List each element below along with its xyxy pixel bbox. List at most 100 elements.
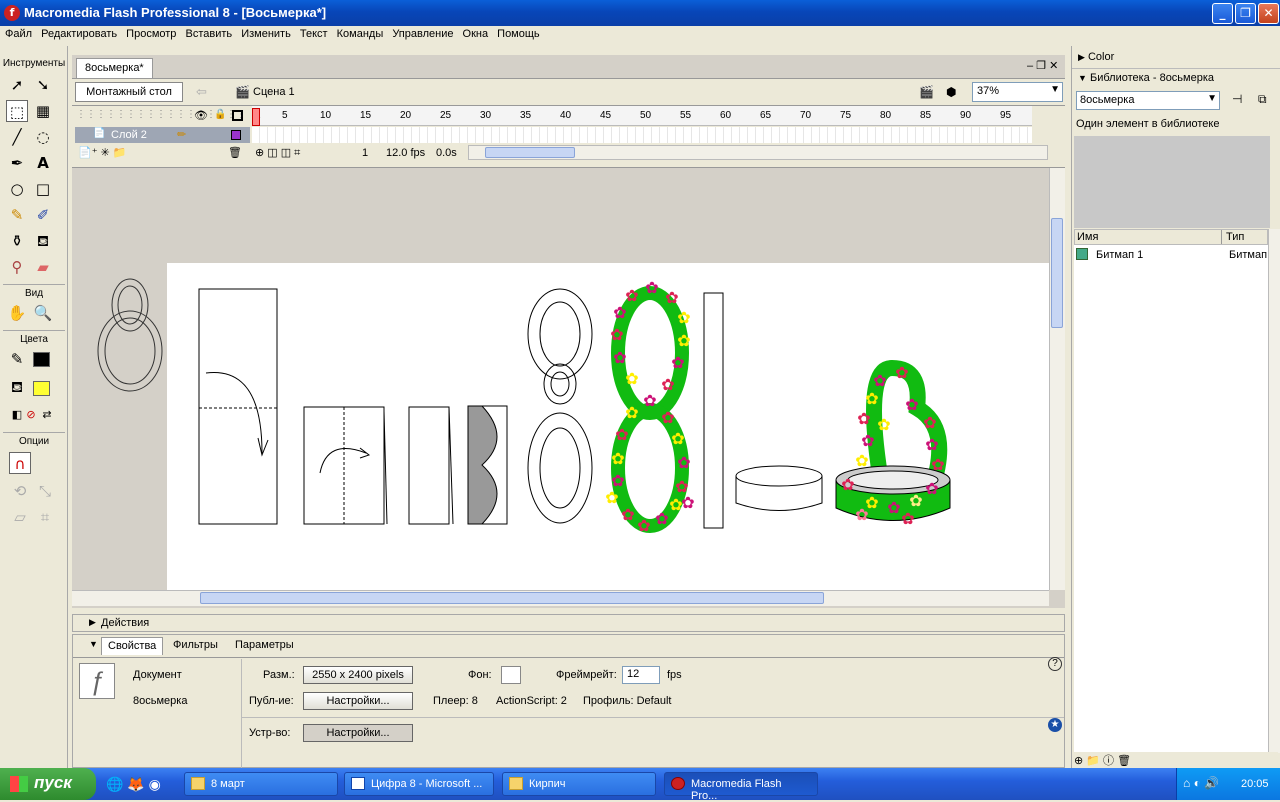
menu-window[interactable]: Окна bbox=[458, 26, 489, 40]
onion-skin-icons[interactable]: ⊕ ◫ ◫ ⌗ bbox=[255, 146, 300, 160]
subselection-tool-icon[interactable]: ➘ bbox=[32, 74, 54, 96]
pen-tool-icon[interactable]: ✒ bbox=[6, 152, 28, 174]
scale-icon[interactable]: ⤡ bbox=[34, 480, 56, 502]
trash-icon[interactable]: 🗑 bbox=[228, 146, 242, 159]
background-color-swatch[interactable] bbox=[501, 666, 521, 684]
edit-scene-icon[interactable]: 🎬 bbox=[919, 85, 934, 99]
library-vscroll[interactable] bbox=[1268, 229, 1280, 753]
fill-color-swatch[interactable] bbox=[33, 381, 50, 396]
outline-icon[interactable] bbox=[232, 110, 243, 121]
swap-colors-icon[interactable]: ⇄ bbox=[36, 404, 58, 426]
zoom-select[interactable]: 37% ▼ bbox=[972, 82, 1063, 102]
distort-icon[interactable]: ▱ bbox=[9, 506, 31, 528]
tray-icons[interactable]: ⌂ ◐ 🔊 bbox=[1183, 776, 1219, 790]
selection-tool-icon[interactable]: ➚ bbox=[6, 74, 28, 96]
color-panel-header[interactable]: ▶ Color bbox=[1072, 48, 1280, 68]
library-panel-header[interactable]: ▼ Библиотека - 8осьмерка bbox=[1072, 68, 1280, 88]
text-tool-icon[interactable]: A bbox=[32, 152, 54, 174]
paint-bucket-tool-icon[interactable]: ⛾ bbox=[32, 230, 54, 252]
add-layer-icons[interactable]: 📄⁺ ✳ 📁 bbox=[78, 146, 127, 159]
new-library-icon[interactable]: ⧉ bbox=[1258, 92, 1267, 107]
gradient-transform-tool-icon[interactable]: ▦ bbox=[32, 100, 54, 122]
playhead[interactable] bbox=[252, 108, 260, 126]
menu-edit[interactable]: Редактировать bbox=[36, 26, 117, 40]
stage-workspace[interactable]: ✿ ✿ ✿ ✿ ✿ ✿ ✿ ✿ ✿ ✿ ✿ ✿ ✿ ✿ ✿ ✿ ✿ ✿ ✿ ✿ ✿ ✿ ✿ ✿ ✿ ✿ bbox=[72, 168, 1049, 590]
tab-parameters[interactable]: Параметры bbox=[229, 637, 300, 655]
free-transform-tool-icon[interactable]: ⬚ bbox=[6, 100, 28, 122]
menu-help[interactable]: Помощь bbox=[492, 26, 540, 40]
stage-vscroll-thumb[interactable] bbox=[1051, 218, 1063, 328]
menu-file[interactable]: Файл bbox=[0, 26, 32, 40]
back-arrow-icon[interactable]: ⇦ bbox=[196, 84, 207, 100]
help-icon[interactable]: ? bbox=[1048, 657, 1062, 671]
collapse-arrow-icon[interactable]: ▼ bbox=[89, 639, 98, 649]
start-button[interactable]: пуск bbox=[0, 768, 96, 800]
framerate-input[interactable]: 12 bbox=[622, 666, 660, 684]
line-tool-icon[interactable]: ╱ bbox=[6, 126, 28, 148]
envelope-icon[interactable]: ⌗ bbox=[34, 506, 56, 528]
task-button[interactable]: Кирпич bbox=[502, 772, 656, 796]
tab-filters[interactable]: Фильтры bbox=[167, 637, 224, 655]
actions-panel-header[interactable]: ▶ Действия bbox=[72, 614, 1065, 632]
bitmap-icon bbox=[1076, 248, 1088, 260]
task-button[interactable]: Цифра 8 - Microsoft ... bbox=[344, 772, 494, 796]
lock-icon[interactable]: 🔒 bbox=[214, 109, 226, 120]
menu-commands[interactable]: Команды bbox=[332, 26, 384, 40]
tab-properties[interactable]: Свойства bbox=[101, 637, 164, 655]
rectangle-tool-icon[interactable]: □ bbox=[32, 178, 54, 200]
svg-text:✿: ✿ bbox=[637, 516, 650, 535]
hand-tool-icon[interactable]: ✋ bbox=[6, 302, 28, 324]
menu-modify[interactable]: Изменить bbox=[236, 26, 291, 40]
stage-hscroll-thumb[interactable] bbox=[200, 592, 824, 604]
stage-hscroll[interactable] bbox=[72, 590, 1049, 606]
pin-library-icon[interactable]: ⊣ bbox=[1232, 92, 1242, 106]
scene-icon: 🎬 bbox=[235, 85, 250, 99]
layer-outline-color[interactable] bbox=[231, 130, 241, 140]
eye-icon[interactable]: 👁 bbox=[194, 109, 208, 122]
lasso-tool-icon[interactable]: ◌ bbox=[32, 126, 54, 148]
library-select[interactable]: 8осьмерка ▼ bbox=[1076, 91, 1220, 110]
pencil-tool-icon[interactable]: ✎ bbox=[6, 204, 28, 226]
zoom-tool-icon[interactable]: 🔍 bbox=[32, 302, 54, 324]
document-tab[interactable]: 8осьмерка* bbox=[76, 58, 153, 78]
ink-bottle-tool-icon[interactable]: ⚱ bbox=[6, 230, 28, 252]
task-button-active[interactable]: Macromedia Flash Pro... bbox=[664, 772, 818, 802]
layer-row[interactable]: 📄 Слой 2 ✏ bbox=[75, 127, 250, 143]
frame-row[interactable] bbox=[252, 127, 1032, 143]
minimize-button[interactable]: _ bbox=[1212, 3, 1233, 24]
timeline-hscroll[interactable] bbox=[468, 145, 1048, 160]
menu-text[interactable]: Текст bbox=[295, 26, 328, 40]
menu-control[interactable]: Управление bbox=[387, 26, 453, 40]
oval-tool-icon[interactable]: ○ bbox=[6, 178, 28, 200]
start-label: пуск bbox=[34, 773, 72, 792]
title-bar: f Macromedia Flash Professional 8 - [Вос… bbox=[0, 0, 1280, 26]
menu-view[interactable]: Просмотр bbox=[121, 26, 176, 40]
library-footer-icons[interactable]: ⊕ 📁 ⓘ 🗑 bbox=[1074, 752, 1278, 767]
brush-tool-icon[interactable]: ✐ bbox=[32, 204, 54, 226]
task-button[interactable]: 8 март bbox=[184, 772, 338, 796]
doc-window-controls[interactable]: ‒ ❐ ✕ bbox=[1027, 59, 1058, 72]
restore-button[interactable]: ❐ bbox=[1235, 3, 1256, 24]
menu-insert[interactable]: Вставить bbox=[180, 26, 232, 40]
library-item[interactable]: Битмап 1 Битмап bbox=[1074, 247, 1268, 263]
publish-settings-button[interactable]: Настройки... bbox=[303, 692, 413, 710]
frame-ruler[interactable]: 1 5 10 15 20 25 30 35 40 45 50 55 60 65 … bbox=[252, 106, 1032, 126]
rotate-skew-icon[interactable]: ⟲ bbox=[9, 480, 31, 502]
accessibility-icon[interactable]: ★ bbox=[1048, 718, 1062, 732]
close-button[interactable]: ✕ bbox=[1258, 3, 1279, 24]
stage-vscroll[interactable] bbox=[1049, 168, 1065, 590]
snap-magnet-icon[interactable]: ∩ bbox=[9, 452, 31, 474]
edit-symbol-icon[interactable]: ⬢ bbox=[946, 85, 956, 99]
timeline-scroll-thumb[interactable] bbox=[485, 147, 575, 158]
ruler-tick: 80 bbox=[880, 110, 892, 121]
ruler-tick: 60 bbox=[720, 110, 732, 121]
document-size-button[interactable]: 2550 x 2400 pixels bbox=[303, 666, 413, 684]
size-label: Разм.: bbox=[263, 669, 295, 681]
stroke-color-swatch[interactable] bbox=[33, 352, 50, 367]
collapse-arrow-icon: ▼ bbox=[1078, 73, 1087, 83]
timeline-toggle-button[interactable]: Монтажный стол bbox=[75, 82, 183, 102]
device-settings-button[interactable]: Настройки... bbox=[303, 724, 413, 742]
eraser-tool-icon[interactable]: ▰ bbox=[32, 256, 54, 278]
eyedropper-tool-icon[interactable]: ⚲ bbox=[6, 256, 28, 278]
quicklaunch-icons[interactable]: 🌐 🦊 ◉ bbox=[106, 776, 161, 793]
